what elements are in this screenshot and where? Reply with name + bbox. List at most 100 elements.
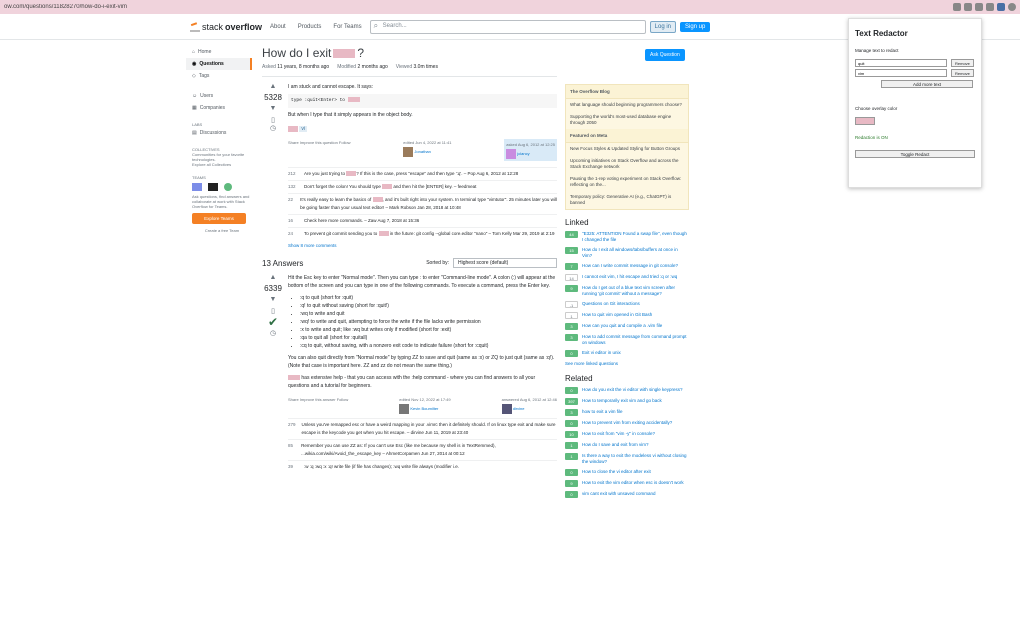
blog-item[interactable]: What language should beginning programme… xyxy=(566,99,688,111)
question-score: 5328 xyxy=(264,93,282,102)
login-button[interactable]: Log in xyxy=(649,20,676,33)
extension-icon[interactable] xyxy=(953,3,961,11)
create-team-link[interactable]: Create a free Team xyxy=(186,228,252,233)
sidebar-item-home[interactable]: ⌂ Home xyxy=(186,46,252,58)
so-logo[interactable]: stack overflow xyxy=(190,22,262,32)
upvote-icon[interactable]: ▲ xyxy=(262,83,284,90)
list-item: :cq to quit, without saving, with a nonz… xyxy=(300,342,557,350)
bookmark-icon[interactable]: ▯ xyxy=(262,307,284,315)
list-item[interactable]: 0 How to prevent vim from exiting acciden… xyxy=(565,420,689,427)
explore-teams-button[interactable]: Explore Teams xyxy=(192,213,246,224)
question-main: How do I exit ? Asked 11 years, 8 months… xyxy=(262,46,557,473)
extension-icon[interactable] xyxy=(975,3,983,11)
extension-icon[interactable] xyxy=(997,3,1005,11)
list-item[interactable]: 397 How to temporarily exit vim and go ba… xyxy=(565,398,689,405)
color-label: Choose overlay color xyxy=(855,106,898,111)
list-item[interactable]: 1 How to quit vim opened in Git Bash xyxy=(565,312,689,319)
asker-card: asked Aug 6, 2012 at 12:25 jclancy xyxy=(504,139,557,161)
sidebar-item-companies[interactable]: ▦ Companies xyxy=(186,102,252,114)
downvote-icon[interactable]: ▼ xyxy=(262,296,284,303)
extension-icon[interactable] xyxy=(964,3,972,11)
downvote-icon[interactable]: ▼ xyxy=(262,105,284,112)
toggle-redact-button[interactable]: Toggle Redact xyxy=(855,150,975,158)
sort-select[interactable]: Highest score (default) xyxy=(453,258,557,268)
list-item[interactable]: 15 How do I exit all windows/tabs/buffers… xyxy=(565,247,689,259)
answer-actions[interactable]: Share Improve this answer Follow xyxy=(288,396,348,414)
answers-header: 13 Answers Sorted by: Highest score (defa… xyxy=(262,258,557,268)
list-item[interactable]: 0 How to close the vi editor after exit xyxy=(565,469,689,476)
color-picker[interactable] xyxy=(855,117,875,125)
meta-item[interactable]: New Focus Styles & Updated Styling for B… xyxy=(566,143,688,155)
sidebar-item-tags[interactable]: ◇ Tags xyxy=(186,70,252,82)
avatar[interactable] xyxy=(403,147,414,157)
blog-item[interactable]: Supporting the world's most-used databas… xyxy=(566,111,688,129)
list-item: :q! to quit without saving (short for :q… xyxy=(300,302,557,310)
history-icon[interactable]: ◷ xyxy=(262,124,284,132)
nav-about[interactable]: About xyxy=(270,24,286,30)
extension-icon[interactable] xyxy=(986,3,994,11)
meta-item[interactable]: Pausing the 1-rep voting experiment on S… xyxy=(566,173,688,191)
nav-for-teams[interactable]: For Teams xyxy=(333,24,361,30)
sidebar-item-discussions[interactable]: ▤ Discussions xyxy=(186,127,252,139)
list-item[interactable]: -1 Questions on Git interactions xyxy=(565,301,689,308)
list-item[interactable]: 14 I cannot exit vim, I hit escape and tr… xyxy=(565,274,689,281)
list-item[interactable]: 10 How to exit from "vim -y" in console? xyxy=(565,431,689,438)
list-item[interactable]: 0 Exit vi editor in unix xyxy=(565,350,689,357)
answer-vote: ▲ 6339 ▼ ▯ ✔ ◷ xyxy=(262,274,284,337)
redaction-overlay xyxy=(347,97,360,103)
comment: 132 Don't forget the colon! You should ty… xyxy=(288,180,557,193)
question-body: I am stuck and cannot escape. It says: t… xyxy=(288,84,557,250)
browser-bar: ow.com/questions/11828270/how-do-i-exit-… xyxy=(0,0,1020,14)
related-heading: Related xyxy=(565,374,593,383)
meta-item[interactable]: Upcoming initiatives on Stack Overflow a… xyxy=(566,155,688,173)
redact-text-input[interactable] xyxy=(855,59,947,67)
avatar[interactable] xyxy=(399,404,410,414)
upvote-icon[interactable]: ▲ xyxy=(262,274,284,281)
text-redactor-popup: Text Redactor Manage text to redact Remo… xyxy=(848,18,982,188)
question-actions[interactable]: Share Improve this question Follow xyxy=(288,139,350,161)
search-input[interactable]: Search... xyxy=(369,19,646,34)
meta-item[interactable]: Temporary policy: Generative AI (e.g., C… xyxy=(566,191,688,209)
comment: 39:w :q :wq :x :q! write file (if file h… xyxy=(288,460,557,473)
comment: 85 Remember you can use ZZ as: If you can… xyxy=(288,439,557,460)
see-more-linked-link[interactable]: See more linked questions xyxy=(565,361,689,366)
list-item[interactable]: 3 how to exit a vim file xyxy=(565,409,689,416)
nav-products[interactable]: Products xyxy=(298,24,322,30)
list-item[interactable]: 3 How can you quit and compile a .vim fil… xyxy=(565,323,689,330)
sidebar-item-users[interactable]: ☺ Users xyxy=(186,90,252,102)
list-item[interactable]: 9 How do I get out of a blue text vim scr… xyxy=(565,285,689,297)
list-item[interactable]: 0 vim cant exit with unsaved command xyxy=(565,491,689,498)
editor-card: edited Jun 4, 2022 at 11:41 Jonathan xyxy=(403,139,451,161)
bookmark-icon[interactable]: ▯ xyxy=(262,116,284,124)
list-item: :qa to quit all (short for :quitall) xyxy=(300,334,557,342)
ask-question-button[interactable]: Ask Question xyxy=(645,49,685,61)
history-icon[interactable]: ◷ xyxy=(262,329,284,337)
tag-vim[interactable] xyxy=(288,125,298,132)
collectives-link[interactable]: Explore all Collectives xyxy=(186,162,252,167)
remove-button[interactable]: Remove xyxy=(951,69,974,77)
remove-button[interactable]: Remove xyxy=(951,59,974,67)
list-item[interactable]: 9 How to exit the vim editor when esc is … xyxy=(565,480,689,487)
tag-vi[interactable]: vi xyxy=(299,126,308,132)
signup-button[interactable]: Sign up xyxy=(680,21,711,32)
list-item[interactable]: 0 How do you exit the vi editor with sing… xyxy=(565,387,689,394)
users-icon: ☺ xyxy=(192,93,198,99)
list-item[interactable]: 7 How can I write commit message in git c… xyxy=(565,263,689,270)
avatar[interactable] xyxy=(501,404,512,414)
redact-text-input[interactable] xyxy=(855,69,947,77)
sidebar-item-questions[interactable]: ◉ Questions xyxy=(186,58,252,70)
url-bar[interactable]: ow.com/questions/11828270/how-do-i-exit-… xyxy=(4,4,953,10)
avatar[interactable] xyxy=(506,149,517,159)
question-title[interactable]: How do I exit ? xyxy=(262,46,557,60)
profile-icon[interactable] xyxy=(1008,3,1016,11)
left-sidebar: ⌂ Home ◉ Questions ◇ Tags ☺ Users ▦ Companies… xyxy=(186,46,252,233)
add-text-button[interactable]: Add more text xyxy=(881,80,973,88)
extension-icons xyxy=(953,3,1016,11)
show-more-comments-link[interactable]: Show 8 more comments xyxy=(288,242,557,250)
tag-icon: ◇ xyxy=(192,73,196,79)
list-item[interactable]: 44 "E325: ATTENTION Found a swap file", e… xyxy=(565,231,689,243)
list-item[interactable]: 3 How to add commit message from command … xyxy=(565,334,689,346)
redact-entry: Remove xyxy=(855,69,975,77)
list-item[interactable]: 1 Is there a way to exit the modeless vi … xyxy=(565,453,689,465)
list-item[interactable]: 1 How do I save and exit from vim? xyxy=(565,442,689,449)
